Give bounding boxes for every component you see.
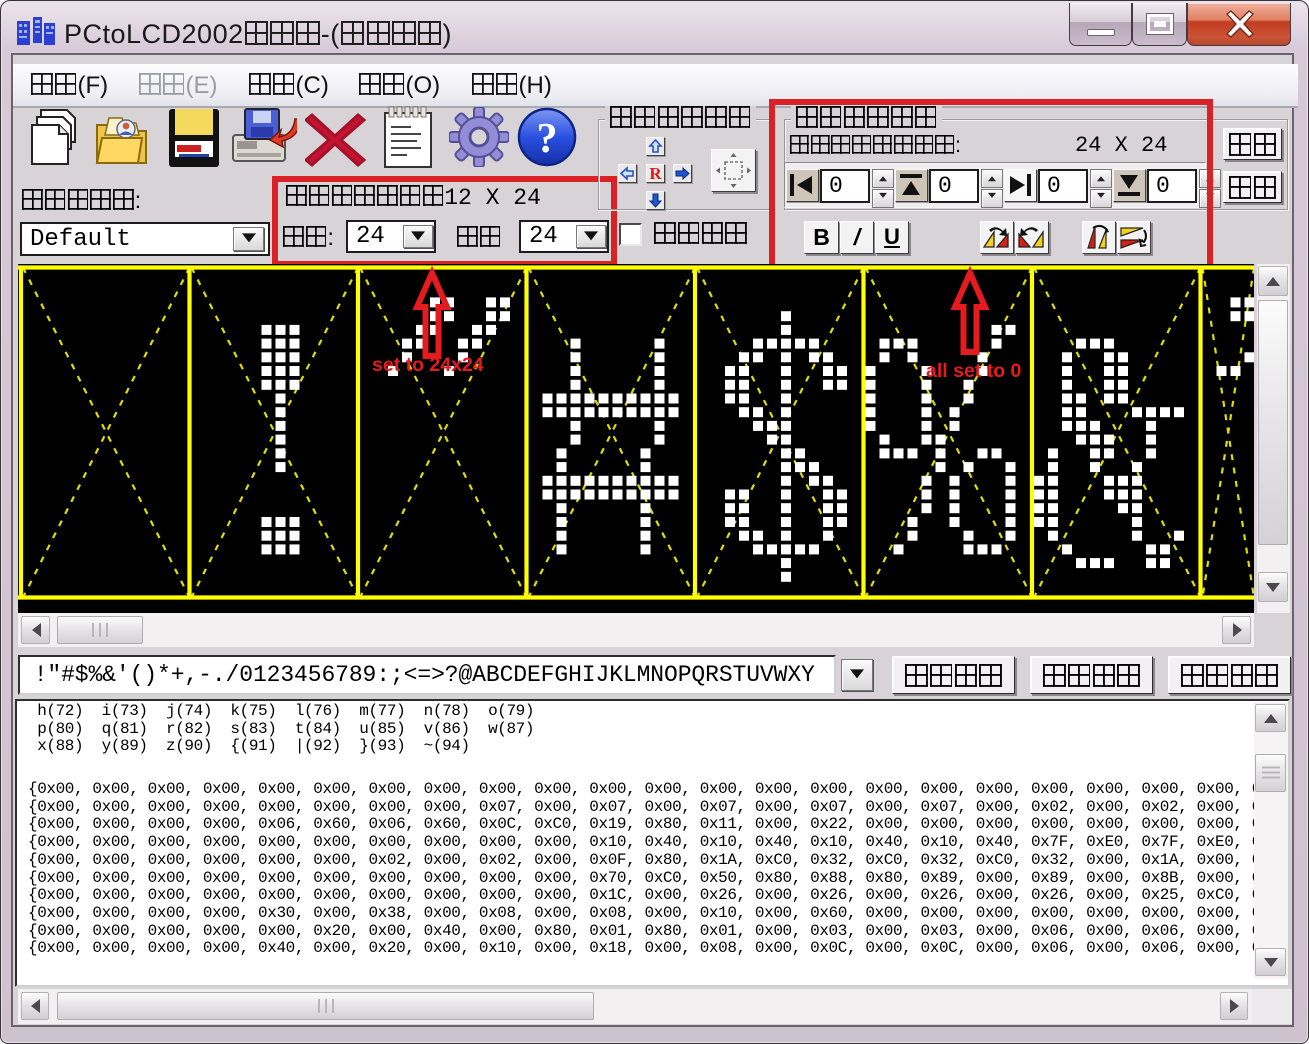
svg-text:all set to 0: all set to 0	[926, 360, 1022, 382]
svg-text:?: ?	[537, 116, 558, 162]
svg-text:set to 24x24: set to 24x24	[372, 354, 484, 376]
